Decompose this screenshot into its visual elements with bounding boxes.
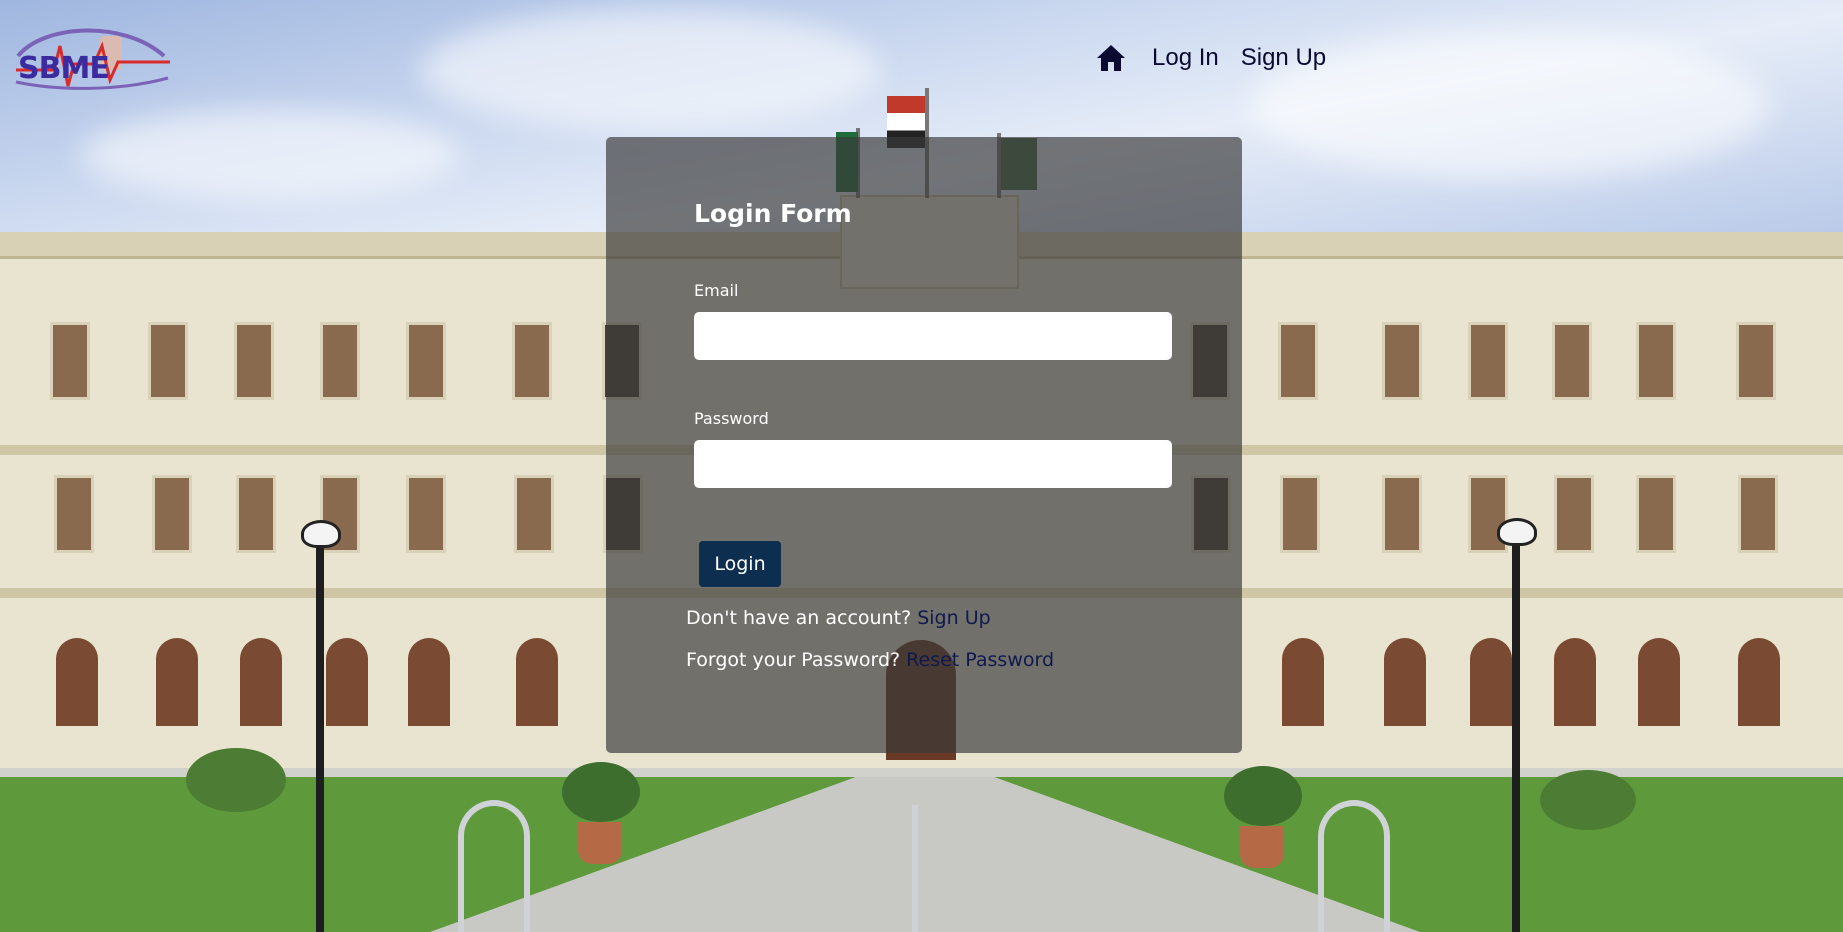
home-icon[interactable] <box>1096 44 1126 72</box>
window <box>54 475 94 553</box>
window <box>406 475 446 553</box>
sbme-logo[interactable]: SBME <box>14 26 172 90</box>
login-button[interactable]: Login <box>699 541 781 587</box>
arched-window <box>1470 638 1512 726</box>
arched-window <box>56 638 98 726</box>
form-title: Login Form <box>694 199 852 228</box>
arched-window <box>1554 638 1596 726</box>
window <box>1736 322 1776 400</box>
nav-login-link[interactable]: Log In <box>1152 44 1219 72</box>
window <box>234 322 274 400</box>
cloud <box>1250 30 1770 180</box>
email-label: Email <box>694 281 739 300</box>
arched-window <box>326 638 368 726</box>
window <box>514 475 554 553</box>
password-input[interactable] <box>694 440 1172 488</box>
signup-prompt-text: Don't have an account? <box>686 607 912 629</box>
plant <box>562 762 640 822</box>
nav-signup-link[interactable]: Sign Up <box>1241 44 1326 72</box>
plant-pot <box>1240 826 1284 868</box>
window <box>236 475 276 553</box>
window <box>406 322 446 400</box>
lamp-post <box>1512 546 1520 932</box>
arched-window <box>516 638 558 726</box>
handrail <box>1318 800 1390 932</box>
svg-text:SBME: SBME <box>18 51 109 86</box>
window <box>320 322 360 400</box>
window <box>1554 475 1594 553</box>
arched-window <box>408 638 450 726</box>
window <box>148 322 188 400</box>
signup-prompt: Don't have an account? Sign Up <box>686 607 991 629</box>
window <box>1382 475 1422 553</box>
handrail <box>912 805 918 932</box>
lamp-post <box>316 548 324 932</box>
window <box>1468 322 1508 400</box>
top-nav: Log In Sign Up <box>1096 38 1326 78</box>
window <box>1636 322 1676 400</box>
lamp-globe <box>1497 518 1537 546</box>
email-input[interactable] <box>694 312 1172 360</box>
plant-pot <box>578 822 622 864</box>
palm-plant <box>186 748 286 812</box>
window <box>1382 322 1422 400</box>
arched-window <box>1282 638 1324 726</box>
arched-window <box>240 638 282 726</box>
reset-prompt-text: Forgot your Password? <box>686 649 901 671</box>
plant <box>1224 766 1302 826</box>
lamp-globe <box>301 520 341 548</box>
cloud <box>80 110 460 200</box>
palm-plant <box>1540 770 1636 830</box>
arched-window <box>156 638 198 726</box>
login-panel: Login Form Email Password Login Don't ha… <box>606 137 1242 753</box>
window <box>1636 475 1676 553</box>
window <box>1738 475 1778 553</box>
window <box>1552 322 1592 400</box>
arched-window <box>1384 638 1426 726</box>
window <box>50 322 90 400</box>
arched-window <box>1738 638 1780 726</box>
password-label: Password <box>694 409 769 428</box>
window <box>1278 322 1318 400</box>
window <box>1280 475 1320 553</box>
window <box>512 322 552 400</box>
cloud <box>420 10 880 130</box>
handrail <box>458 800 530 932</box>
window <box>152 475 192 553</box>
arched-window <box>1638 638 1680 726</box>
signup-link[interactable]: Sign Up <box>917 607 990 629</box>
sbme-logo-mark: SBME <box>15 28 170 90</box>
reset-prompt: Forgot your Password? Reset Password <box>686 649 1054 671</box>
reset-password-link[interactable]: Reset Password <box>906 649 1054 671</box>
